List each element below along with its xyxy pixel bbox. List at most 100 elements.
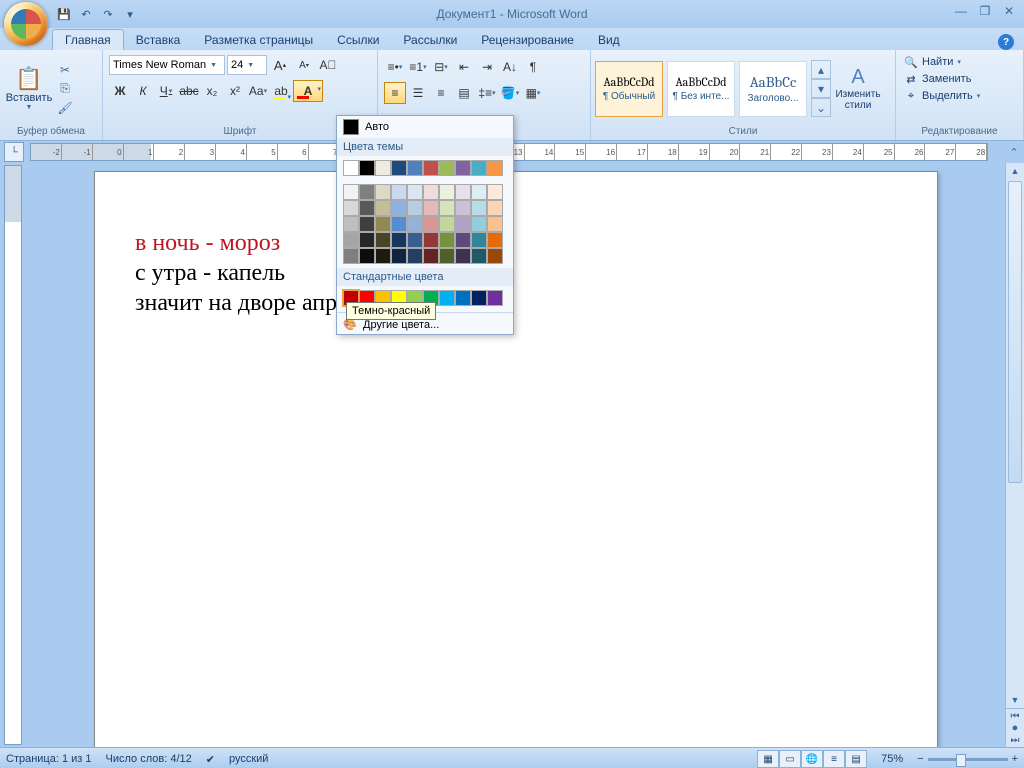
shrink-font-icon[interactable]: A▾ — [293, 54, 315, 76]
zoom-out-icon[interactable]: − — [917, 753, 923, 765]
color-swatch[interactable] — [375, 232, 391, 248]
qat-redo-icon[interactable]: ↷ — [98, 4, 118, 24]
align-right-icon[interactable]: ≡ — [430, 82, 452, 104]
status-proofing-icon[interactable]: ✔ — [206, 753, 215, 766]
color-swatch[interactable] — [487, 184, 503, 200]
ruler-toggle-icon[interactable]: ⌃ — [1006, 144, 1022, 160]
color-swatch[interactable] — [439, 248, 455, 264]
color-swatch[interactable] — [471, 232, 487, 248]
scroll-down-icon[interactable]: ▼ — [1006, 692, 1024, 708]
scroll-up-icon[interactable]: ▲ — [1006, 163, 1024, 179]
numbering-icon[interactable]: ≡1▾ — [407, 56, 429, 78]
color-swatch[interactable] — [359, 248, 375, 264]
bullets-icon[interactable]: ≡•▾ — [384, 56, 406, 78]
color-swatch[interactable] — [423, 160, 439, 176]
tab-selector[interactable]: └ — [4, 142, 24, 162]
view-outline-icon[interactable]: ≡ — [823, 750, 845, 768]
color-swatch[interactable] — [471, 216, 487, 232]
increase-indent-icon[interactable]: ⇥ — [476, 56, 498, 78]
scroll-thumb[interactable] — [1008, 181, 1022, 483]
view-fullscreen-icon[interactable]: ▭ — [779, 750, 801, 768]
color-swatch[interactable] — [455, 184, 471, 200]
color-swatch[interactable] — [343, 184, 359, 200]
color-swatch[interactable] — [359, 184, 375, 200]
qat-customize-icon[interactable]: ▾ — [120, 4, 140, 24]
color-swatch[interactable] — [487, 200, 503, 216]
style-heading1[interactable]: AaBbCc Заголово... — [739, 61, 807, 117]
align-center-icon[interactable]: ☰ — [407, 82, 429, 104]
color-swatch[interactable] — [471, 160, 487, 176]
vertical-ruler[interactable] — [4, 165, 22, 745]
color-swatch[interactable] — [471, 184, 487, 200]
doc-line-3[interactable]: значит на дворе апрель — [135, 288, 897, 318]
color-swatch[interactable] — [359, 160, 375, 176]
color-swatch[interactable] — [375, 160, 391, 176]
color-swatch[interactable] — [439, 290, 455, 306]
office-button[interactable] — [4, 2, 48, 46]
color-swatch[interactable] — [391, 232, 407, 248]
color-swatch[interactable] — [391, 200, 407, 216]
replace-button[interactable]: ⇄Заменить — [902, 71, 1017, 87]
status-page[interactable]: Страница: 1 из 1 — [6, 753, 92, 765]
color-swatch[interactable] — [487, 160, 503, 176]
clear-format-icon[interactable]: A⃠ — [317, 54, 339, 76]
color-swatch[interactable] — [455, 216, 471, 232]
color-swatch[interactable] — [423, 248, 439, 264]
change-styles-button[interactable]: A Изменить стили — [829, 64, 887, 113]
vertical-scrollbar[interactable]: ▲ ▼ ⏮ ● ⏭ — [1005, 163, 1024, 747]
color-swatch[interactable] — [375, 200, 391, 216]
status-words[interactable]: Число слов: 4/12 — [106, 753, 192, 765]
color-swatch[interactable] — [423, 232, 439, 248]
superscript-button[interactable]: x² — [224, 80, 246, 102]
qat-save-icon[interactable]: 💾 — [54, 4, 74, 24]
view-draft-icon[interactable]: ▤ — [845, 750, 867, 768]
align-left-icon[interactable]: ≡ — [384, 82, 406, 104]
color-swatch[interactable] — [343, 248, 359, 264]
next-page-icon[interactable]: ⏭ — [1006, 733, 1024, 747]
color-swatch[interactable] — [487, 216, 503, 232]
color-swatch[interactable] — [343, 232, 359, 248]
color-swatch[interactable] — [423, 184, 439, 200]
color-swatch[interactable] — [439, 184, 455, 200]
qat-undo-icon[interactable]: ↶ — [76, 4, 96, 24]
color-swatch[interactable] — [471, 248, 487, 264]
italic-button[interactable]: К — [132, 80, 154, 102]
color-swatch[interactable] — [455, 290, 471, 306]
color-swatch[interactable] — [391, 184, 407, 200]
zoom-in-icon[interactable]: + — [1012, 753, 1018, 765]
underline-button[interactable]: Ч▾ — [155, 80, 177, 102]
color-swatch[interactable] — [487, 248, 503, 264]
color-swatch[interactable] — [423, 216, 439, 232]
color-swatch[interactable] — [439, 232, 455, 248]
color-swatch[interactable] — [391, 160, 407, 176]
color-swatch[interactable] — [439, 200, 455, 216]
styles-scroll-up[interactable]: ▴ — [811, 60, 831, 79]
close-button[interactable]: ✕ — [1000, 4, 1018, 18]
color-swatch[interactable] — [359, 200, 375, 216]
justify-icon[interactable]: ▤ — [453, 82, 475, 104]
change-case-button[interactable]: Aa▾ — [247, 80, 269, 102]
bold-button[interactable]: Ж — [109, 80, 131, 102]
styles-scroll-down[interactable]: ▾ — [811, 79, 831, 98]
color-swatch[interactable] — [423, 200, 439, 216]
borders-icon[interactable]: ▦▾ — [522, 82, 544, 104]
color-swatch[interactable] — [391, 248, 407, 264]
color-swatch[interactable] — [343, 160, 359, 176]
color-swatch[interactable] — [375, 184, 391, 200]
document-page[interactable]: в ночь - мороз с утра - капель значит на… — [94, 171, 938, 747]
shading-icon[interactable]: 🪣▾ — [499, 82, 521, 104]
style-no-spacing[interactable]: AaBbCcDd ¶ Без инте... — [667, 61, 735, 117]
tab-page-layout[interactable]: Разметка страницы — [192, 30, 325, 50]
color-swatch[interactable] — [471, 290, 487, 306]
sort-icon[interactable]: A↓ — [499, 56, 521, 78]
color-swatch[interactable] — [455, 232, 471, 248]
color-swatch[interactable] — [407, 232, 423, 248]
tab-references[interactable]: Ссылки — [325, 30, 391, 50]
view-print-layout-icon[interactable]: ▦ — [757, 750, 779, 768]
tab-home[interactable]: Главная — [52, 29, 124, 50]
cut-icon[interactable]: ✂ — [56, 61, 74, 79]
color-swatch[interactable] — [455, 248, 471, 264]
color-swatch[interactable] — [343, 216, 359, 232]
color-auto[interactable]: Авто — [337, 116, 513, 138]
color-swatch[interactable] — [455, 200, 471, 216]
